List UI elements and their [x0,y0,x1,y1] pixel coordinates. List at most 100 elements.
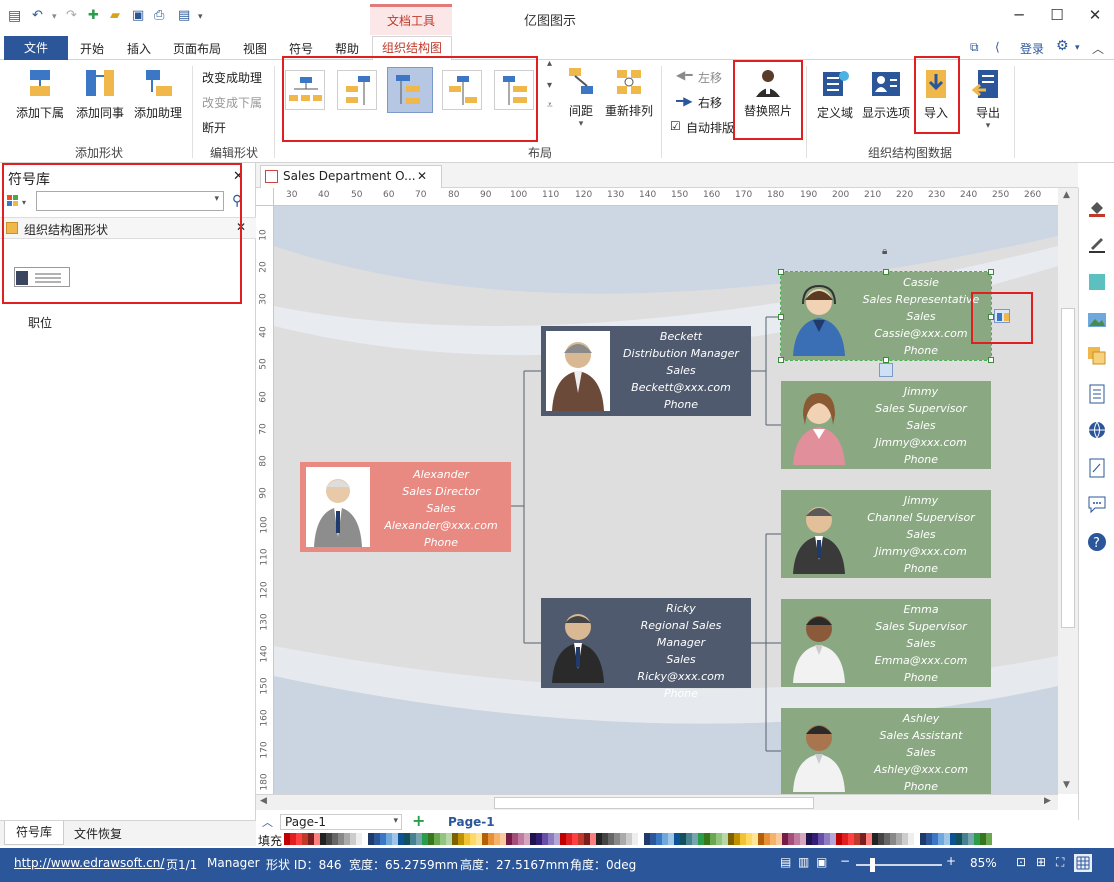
menu-symbols[interactable]: 符号 [289,40,313,57]
change-to-assistant-button[interactable]: 改变成助理 [202,69,262,86]
spacing-button[interactable]: 间距 ▾ [560,66,602,129]
print-icon[interactable]: ⎙ [154,8,164,23]
open-icon[interactable]: ▰ [110,8,120,23]
add-assistant-button[interactable]: 添加助理 [130,68,186,121]
color-swatch[interactable] [986,833,992,845]
line-pen-icon[interactable] [1087,234,1107,254]
horizontal-scroll-thumb[interactable] [494,797,814,809]
menu-home[interactable]: 开始 [80,40,104,57]
add-node-float-icon[interactable] [879,363,893,377]
zoom-slider-thumb[interactable] [870,858,875,872]
customize-dropdown-icon[interactable]: ▾ [198,12,203,22]
zoom-slider[interactable] [856,864,942,866]
settings-gear-icon[interactable]: ⚙ [1056,38,1069,54]
org-card-jimmy-sales-supervisor[interactable]: Jimmy Sales Supervisor Sales Jimmy@xxx.c… [781,381,991,469]
move-right-button[interactable]: 右移 [698,94,722,111]
view-normal-icon[interactable]: ▤ [780,855,791,869]
close-tab-icon[interactable]: ✕ [417,166,427,187]
org-card-emma[interactable]: Emma Sales Supervisor Sales Emma@xxx.com… [781,599,991,687]
fit-page-icon[interactable]: ⊡ [1016,855,1026,869]
full-screen-icon[interactable]: ⛶ [1056,855,1064,870]
resize-handle[interactable] [778,269,784,275]
comment-icon[interactable] [1087,494,1107,514]
horizontal-scrollbar[interactable]: ◀ ▶ [256,794,1058,810]
share-frame-icon[interactable]: ⧉ [970,40,979,55]
menu-help[interactable]: 帮助 [335,40,359,57]
resize-handle[interactable] [988,269,994,275]
page-properties-icon[interactable] [1087,384,1107,404]
page-selector[interactable]: Page-1 ▾ [280,814,402,830]
grid-toggle-icon[interactable] [1074,854,1092,872]
page-list-toggle-icon[interactable]: ︿ [262,814,273,830]
org-card-cassie[interactable]: Cassie Sales Representative Sales Cassie… [780,271,992,361]
view-presentation-icon[interactable]: ▣ [816,855,827,869]
org-card-jimmy-channel-supervisor[interactable]: Jimmy Channel Supervisor Sales Jimmy@xxx… [781,490,991,578]
save-icon[interactable]: ▣ [132,8,144,23]
org-card-ricky[interactable]: Ricky Regional Sales Manager Sales Ricky… [541,598,751,700]
notes-icon[interactable] [1087,458,1107,478]
maximize-button[interactable]: ☐ [1042,6,1072,24]
more-layouts-icon[interactable]: ⩡ [547,100,553,111]
menu-insert[interactable]: 插入 [127,40,151,57]
tab-symbol-library[interactable]: 符号库 [4,821,64,845]
menu-view[interactable]: 视图 [243,40,267,57]
minimize-button[interactable]: ─ [1004,6,1034,24]
document-tab[interactable]: Sales Department O... ✕ [260,165,442,188]
vertical-scrollbar[interactable]: ▲ ▼ [1058,188,1078,794]
fit-width-icon[interactable]: ⊞ [1036,855,1046,869]
change-to-subordinate-button[interactable]: 改变成下属 [202,94,262,111]
page-icon[interactable]: ▤ [178,8,190,23]
menu-file[interactable]: 文件 [4,36,68,60]
org-card-ashley[interactable]: Ashley Sales Assistant Sales Ashley@xxx.… [781,708,991,794]
rearrange-button[interactable]: 重新排列 [602,66,656,119]
close-window-button[interactable]: ✕ [1080,6,1110,24]
resize-handle[interactable] [988,357,994,363]
login-link[interactable]: 登录 [1020,40,1044,57]
page-selector-dropdown-icon[interactable]: ▾ [393,816,398,826]
zoom-out-button[interactable]: − [840,854,850,868]
org-card-alexander[interactable]: Alexander Sales Director Sales Alexander… [300,462,511,552]
spacing-dropdown-icon[interactable]: ▾ [560,119,602,129]
drawing-canvas[interactable]: Alexander Sales Director Sales Alexander… [274,206,1058,794]
scroll-up-arrow-icon[interactable]: ▲ [1063,190,1070,200]
color-swatches[interactable] [284,833,994,845]
scroll-left-arrow-icon[interactable]: ◀ [260,796,267,806]
add-colleague-button[interactable]: 添加同事 [72,68,128,121]
new-icon[interactable]: ✚ [88,8,99,23]
scroll-up-icon[interactable]: ▴ [547,58,552,69]
zoom-in-button[interactable]: + [946,854,956,868]
resize-handle[interactable] [778,357,784,363]
redo-icon[interactable]: ↷ [66,8,77,23]
hyperlink-globe-icon[interactable] [1087,420,1107,440]
collapse-ribbon-icon[interactable]: ︿ [1092,40,1104,57]
undo-icon[interactable]: ↶ [32,8,43,23]
website-link[interactable]: http://www.edrawsoft.cn/ [14,856,164,870]
share-icon[interactable]: ⟨ [995,40,1000,54]
vertical-scroll-thumb[interactable] [1061,308,1075,628]
org-card-beckett[interactable]: Beckett Distribution Manager Sales Becke… [541,326,751,416]
undo-dropdown-icon[interactable]: ▾ [52,12,57,22]
export-button[interactable]: 导出 ▾ [968,68,1008,131]
add-subordinate-button[interactable]: 添加下属 [12,68,68,121]
scroll-right-arrow-icon[interactable]: ▶ [1044,796,1051,806]
view-page-icon[interactable]: ▥ [798,855,809,869]
resize-handle[interactable] [778,314,784,320]
settings-dropdown-icon[interactable]: ▾ [1075,43,1080,53]
add-page-icon[interactable]: + [412,811,425,830]
tab-file-recovery[interactable]: 文件恢复 [74,825,122,842]
move-left-button[interactable]: 左移 [698,69,722,86]
auto-layout-checkbox[interactable]: ☑ [670,119,681,133]
disconnect-button[interactable]: 断开 [202,119,226,136]
shadow-icon[interactable] [1087,272,1107,292]
export-dropdown-icon[interactable]: ▾ [968,121,1008,131]
fill-bucket-icon[interactable] [1087,198,1107,218]
menu-page-layout[interactable]: 页面布局 [173,40,221,57]
scroll-down-icon[interactable]: ▾ [547,80,552,91]
resize-handle[interactable] [883,269,889,275]
define-fields-button[interactable]: 定义域 [812,68,858,121]
display-options-button[interactable]: 显示选项 [860,68,912,121]
image-icon[interactable] [1087,310,1107,330]
layers-icon[interactable] [1087,346,1107,366]
scroll-down-arrow-icon[interactable]: ▼ [1063,780,1070,790]
page-tab[interactable]: Page-1 [448,815,495,829]
